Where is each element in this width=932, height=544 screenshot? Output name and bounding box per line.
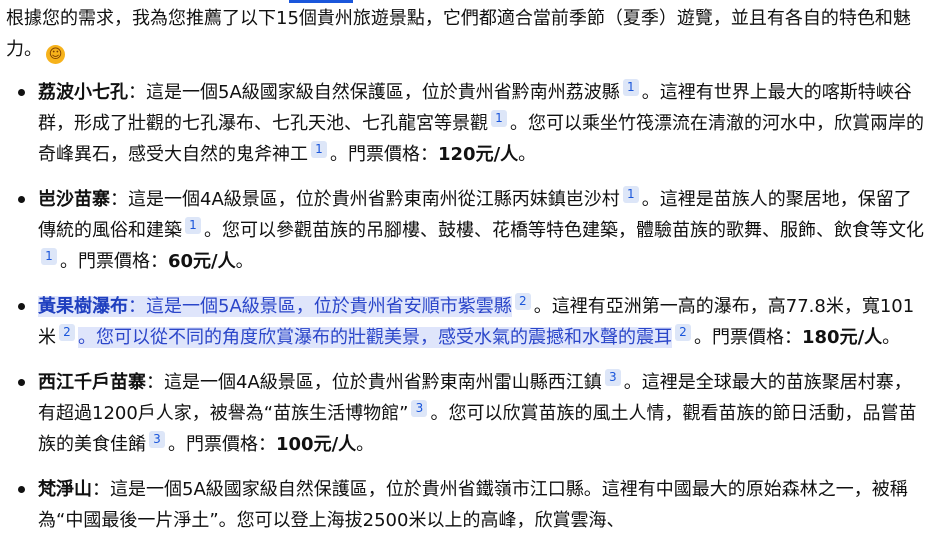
list-item-xijiang: 西江千戶苗寨：這是一個4A級景區，位於貴州省黔東南州雷山縣西江鎮 3 。這裡是全球最… [6,367,928,460]
intro-text: 根據您的需求，我為您推薦了以下15個貴州旅遊景點，它們都適合當前季節（夏季）遊覽… [6,8,911,60]
bullet-dot [18,89,25,96]
ticket-price: 120元/人 [438,144,519,165]
ticket-price: 100元/人 [276,434,357,455]
ticket-price: 180元/人 [802,327,883,348]
citation-badge[interactable]: 1 [491,110,507,127]
citation-badge[interactable]: 3 [411,400,428,417]
list-item-basha: 岜沙苗寨：這是一個4A級景區，位於貴州省黔東南州從江縣丙妹鎮岜沙村 1 。這裡是苗族… [6,184,928,277]
intro-paragraph: 根據您的需求，我為您推薦了以下15個貴州旅遊景點，它們都適合當前季節（夏季）遊覽… [6,0,928,65]
citation-badge[interactable]: 1 [41,248,57,265]
list-item-huangguoshu: 黃果樹瀑布：這是一個5A級景區，位於貴州省安順市紫雲縣 2 。這裡有亞洲第一高的瀑布… [6,291,928,353]
citation-badge[interactable]: 3 [149,431,165,448]
attraction-name: 岜沙苗寨 [38,189,110,210]
selection-indicator [289,0,353,3]
smiling-face-emoji-icon: ☺ [46,45,65,64]
citation-badge[interactable]: 2 [675,324,691,341]
attraction-name: 荔波小七孔 [38,82,128,103]
highlighted-text[interactable]: 黃果樹瀑布：這是一個5A級景區，位於貴州省安順市紫雲縣 [38,296,512,317]
ticket-price: 60元/人 [168,251,236,272]
attraction-name: 梵淨山 [38,479,92,500]
citation-badge[interactable]: 1 [185,217,201,234]
highlighted-text[interactable]: 。您可以從不同的角度欣賞瀑布的壯觀美景，感受水氣的震撼和水聲的震耳 [78,327,672,348]
bullet-dot [18,303,25,310]
citation-badge[interactable]: 1 [311,141,327,158]
bullet-dot [18,486,25,493]
citation-badge[interactable]: 3 [604,369,621,386]
list-item-fanjingshan: 梵淨山：這是一個5A級國家級自然保護區，位於貴州省鐵嶺市江口縣。這裡有中國最大的… [6,474,928,536]
attraction-list: 荔波小七孔：這是一個5A級國家級自然保護區，位於貴州省黔南州荔波縣 1 。這裡有世界… [6,77,928,536]
citation-badge[interactable]: 2 [514,293,531,310]
citation-badge[interactable]: 1 [622,186,639,203]
chat-response: 根據您的需求，我為您推薦了以下15個貴州旅遊景點，它們都適合當前季節（夏季）遊覽… [6,0,928,544]
citation-badge[interactable]: 1 [622,79,639,96]
attraction-name: 黃果樹瀑布 [38,296,128,317]
bullet-dot [18,196,25,203]
citation-badge[interactable]: 2 [59,324,75,341]
list-item-libo: 荔波小七孔：這是一個5A級國家級自然保護區，位於貴州省黔南州荔波縣 1 。這裡有世界… [6,77,928,170]
bullet-dot [18,379,25,386]
attraction-name: 西江千戶苗寨 [38,372,146,393]
